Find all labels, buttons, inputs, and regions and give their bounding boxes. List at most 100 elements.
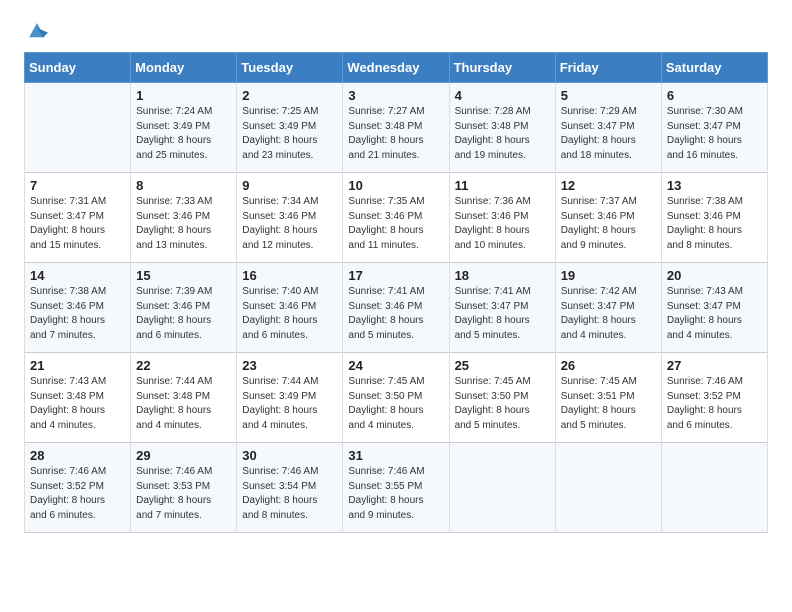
logo [24, 24, 48, 42]
calendar-cell: 23Sunrise: 7:44 AM Sunset: 3:49 PM Dayli… [237, 353, 343, 443]
day-number: 11 [455, 178, 550, 193]
day-info: Sunrise: 7:31 AM Sunset: 3:47 PM Dayligh… [30, 195, 125, 253]
calendar-week-row: 28 Sunrise: 7:46 AM Sunset: 3:52 PM Dayli… [25, 443, 768, 533]
calendar-cell: 15Sunrise: 7:39 AM Sunset: 3:46 PM Dayli… [131, 263, 237, 353]
day-info: Sunrise: 7:46 AM Sunset: 3:52 PM Dayligh… [30, 465, 125, 523]
day-number: 12 [561, 178, 656, 193]
day-number: 14 [30, 268, 125, 283]
day-info: Sunrise: 7:45 AM Sunset: 3:50 PM Dayligh… [348, 375, 443, 433]
calendar-cell: 12Sunrise: 7:37 AM Sunset: 3:46 PM Dayli… [555, 173, 661, 263]
day-header-wednesday: Wednesday [343, 53, 449, 83]
day-number: 8 [136, 178, 231, 193]
day-number: 22 [136, 358, 231, 373]
day-info: Sunrise: 7:30 AM Sunset: 3:47 PM Dayligh… [667, 105, 762, 163]
day-number: 19 [561, 268, 656, 283]
calendar-cell: 14 Sunrise: 7:38 AM Sunset: 3:46 PM Dayli… [25, 263, 131, 353]
day-number: 20 [667, 268, 762, 283]
day-header-friday: Friday [555, 53, 661, 83]
day-info: Sunrise: 7:35 AM Sunset: 3:46 PM Dayligh… [348, 195, 443, 253]
day-info: Sunrise: 7:43 AM Sunset: 3:47 PM Dayligh… [667, 285, 762, 343]
calendar-cell: 16 Sunrise: 7:40 AM Sunset: 3:46 PM Dayli… [237, 263, 343, 353]
day-number: 13 [667, 178, 762, 193]
calendar-cell: 30Sunrise: 7:46 AM Sunset: 3:54 PM Dayli… [237, 443, 343, 533]
day-number: 5 [561, 88, 656, 103]
day-number: 24 [348, 358, 443, 373]
day-number: 17 [348, 268, 443, 283]
day-info: Sunrise: 7:29 AM Sunset: 3:47 PM Dayligh… [561, 105, 656, 163]
calendar-cell: 9Sunrise: 7:34 AM Sunset: 3:46 PM Daylig… [237, 173, 343, 263]
calendar-cell: 26 Sunrise: 7:45 AM Sunset: 3:51 PM Dayli… [555, 353, 661, 443]
calendar-cell: 3Sunrise: 7:27 AM Sunset: 3:48 PM Daylig… [343, 83, 449, 173]
day-info: Sunrise: 7:45 AM Sunset: 3:51 PM Dayligh… [561, 375, 656, 433]
day-number: 7 [30, 178, 125, 193]
day-number: 4 [455, 88, 550, 103]
calendar-week-row: 1 Sunrise: 7:24 AM Sunset: 3:49 PM Daylig… [25, 83, 768, 173]
day-number: 25 [455, 358, 550, 373]
day-info: Sunrise: 7:38 AM Sunset: 3:46 PM Dayligh… [30, 285, 125, 343]
day-header-tuesday: Tuesday [237, 53, 343, 83]
day-number: 29 [136, 448, 231, 463]
calendar-cell [25, 83, 131, 173]
calendar-cell: 24 Sunrise: 7:45 AM Sunset: 3:50 PM Dayli… [343, 353, 449, 443]
calendar-cell: 18 Sunrise: 7:41 AM Sunset: 3:47 PM Dayli… [449, 263, 555, 353]
calendar-table: SundayMondayTuesdayWednesdayThursdayFrid… [24, 52, 768, 533]
calendar-cell: 2Sunrise: 7:25 AM Sunset: 3:49 PM Daylig… [237, 83, 343, 173]
calendar-cell: 27 Sunrise: 7:46 AM Sunset: 3:52 PM Dayli… [661, 353, 767, 443]
day-number: 31 [348, 448, 443, 463]
day-info: Sunrise: 7:46 AM Sunset: 3:52 PM Dayligh… [667, 375, 762, 433]
day-number: 10 [348, 178, 443, 193]
day-number: 26 [561, 358, 656, 373]
day-info: Sunrise: 7:24 AM Sunset: 3:49 PM Dayligh… [136, 105, 231, 163]
day-number: 6 [667, 88, 762, 103]
calendar-cell [555, 443, 661, 533]
day-info: Sunrise: 7:38 AM Sunset: 3:46 PM Dayligh… [667, 195, 762, 253]
day-info: Sunrise: 7:34 AM Sunset: 3:46 PM Dayligh… [242, 195, 337, 253]
calendar-cell: 25 Sunrise: 7:45 AM Sunset: 3:50 PM Dayli… [449, 353, 555, 443]
day-info: Sunrise: 7:36 AM Sunset: 3:46 PM Dayligh… [455, 195, 550, 253]
day-info: Sunrise: 7:25 AM Sunset: 3:49 PM Dayligh… [242, 105, 337, 163]
day-info: Sunrise: 7:40 AM Sunset: 3:46 PM Dayligh… [242, 285, 337, 343]
calendar-cell: 28 Sunrise: 7:46 AM Sunset: 3:52 PM Dayli… [25, 443, 131, 533]
calendar-cell: 20 Sunrise: 7:43 AM Sunset: 3:47 PM Dayli… [661, 263, 767, 353]
day-info: Sunrise: 7:46 AM Sunset: 3:53 PM Dayligh… [136, 465, 231, 523]
day-info: Sunrise: 7:39 AM Sunset: 3:46 PM Dayligh… [136, 285, 231, 343]
calendar-week-row: 14 Sunrise: 7:38 AM Sunset: 3:46 PM Dayli… [25, 263, 768, 353]
day-number: 16 [242, 268, 337, 283]
day-info: Sunrise: 7:45 AM Sunset: 3:50 PM Dayligh… [455, 375, 550, 433]
day-number: 28 [30, 448, 125, 463]
calendar-cell: 17Sunrise: 7:41 AM Sunset: 3:46 PM Dayli… [343, 263, 449, 353]
calendar-cell: 13 Sunrise: 7:38 AM Sunset: 3:46 PM Dayli… [661, 173, 767, 263]
calendar-week-row: 7 Sunrise: 7:31 AM Sunset: 3:47 PM Daylig… [25, 173, 768, 263]
day-info: Sunrise: 7:42 AM Sunset: 3:47 PM Dayligh… [561, 285, 656, 343]
calendar-cell: 22 Sunrise: 7:44 AM Sunset: 3:48 PM Dayli… [131, 353, 237, 443]
day-header-saturday: Saturday [661, 53, 767, 83]
logo-icon [26, 20, 48, 42]
calendar-cell: 7 Sunrise: 7:31 AM Sunset: 3:47 PM Daylig… [25, 173, 131, 263]
day-number: 18 [455, 268, 550, 283]
calendar-cell: 19 Sunrise: 7:42 AM Sunset: 3:47 PM Dayli… [555, 263, 661, 353]
calendar-cell [661, 443, 767, 533]
day-number: 1 [136, 88, 231, 103]
day-header-monday: Monday [131, 53, 237, 83]
calendar-cell: 4Sunrise: 7:28 AM Sunset: 3:48 PM Daylig… [449, 83, 555, 173]
calendar-cell: 5 Sunrise: 7:29 AM Sunset: 3:47 PM Daylig… [555, 83, 661, 173]
day-header-thursday: Thursday [449, 53, 555, 83]
calendar-cell: 21Sunrise: 7:43 AM Sunset: 3:48 PM Dayli… [25, 353, 131, 443]
calendar-cell: 1 Sunrise: 7:24 AM Sunset: 3:49 PM Daylig… [131, 83, 237, 173]
calendar-cell [449, 443, 555, 533]
calendar-cell: 31 Sunrise: 7:46 AM Sunset: 3:55 PM Dayli… [343, 443, 449, 533]
day-number: 21 [30, 358, 125, 373]
calendar-body: 1 Sunrise: 7:24 AM Sunset: 3:49 PM Daylig… [25, 83, 768, 533]
day-number: 27 [667, 358, 762, 373]
day-number: 3 [348, 88, 443, 103]
day-info: Sunrise: 7:41 AM Sunset: 3:47 PM Dayligh… [455, 285, 550, 343]
day-info: Sunrise: 7:46 AM Sunset: 3:55 PM Dayligh… [348, 465, 443, 523]
day-info: Sunrise: 7:44 AM Sunset: 3:48 PM Dayligh… [136, 375, 231, 433]
day-number: 30 [242, 448, 337, 463]
page-header [24, 20, 768, 42]
calendar-cell: 29 Sunrise: 7:46 AM Sunset: 3:53 PM Dayli… [131, 443, 237, 533]
calendar-week-row: 21Sunrise: 7:43 AM Sunset: 3:48 PM Dayli… [25, 353, 768, 443]
calendar-cell: 8Sunrise: 7:33 AM Sunset: 3:46 PM Daylig… [131, 173, 237, 263]
day-info: Sunrise: 7:44 AM Sunset: 3:49 PM Dayligh… [242, 375, 337, 433]
calendar-cell: 10 Sunrise: 7:35 AM Sunset: 3:46 PM Dayli… [343, 173, 449, 263]
